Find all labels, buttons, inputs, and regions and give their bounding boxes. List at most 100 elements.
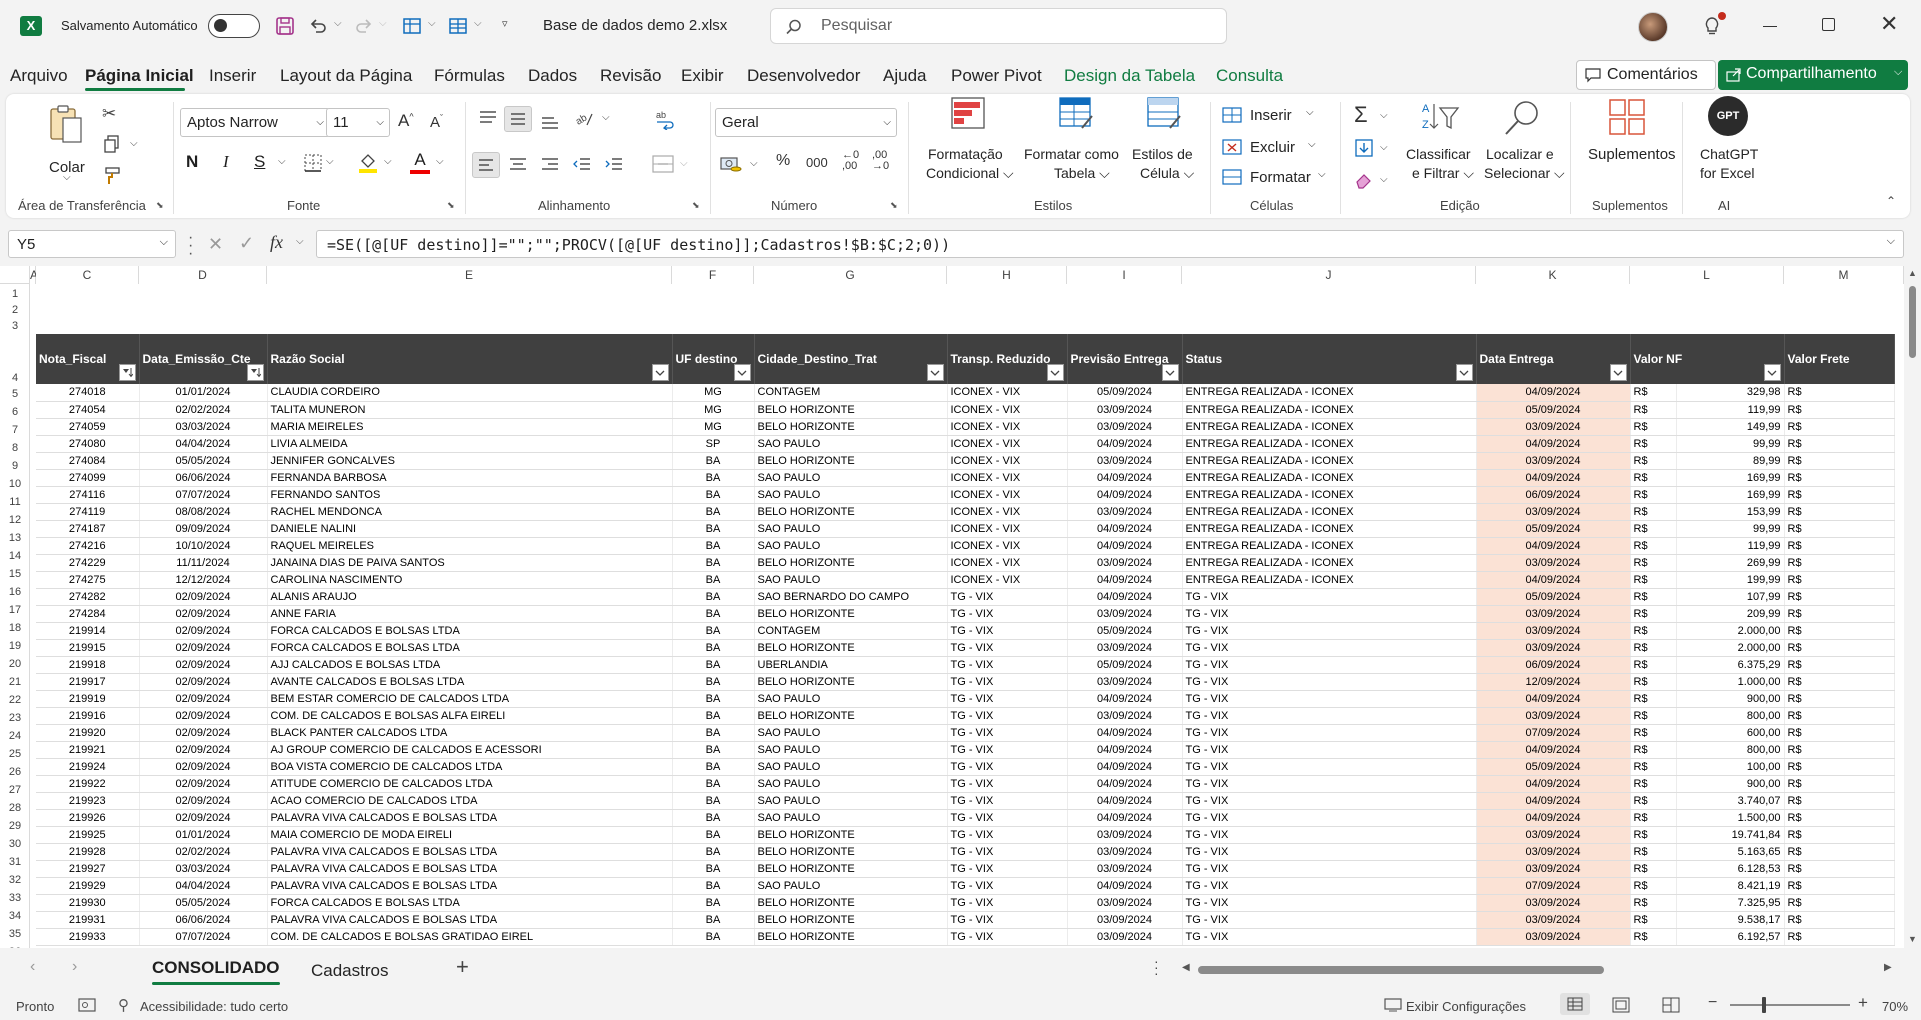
cell-entrega[interactable]: 04/09/2024 bbox=[1476, 537, 1631, 555]
cell-cidade[interactable]: SAO PAULO bbox=[754, 469, 948, 487]
header-previsao-entrega[interactable]: Previsão Entrega bbox=[1067, 334, 1183, 384]
cell-nf[interactable]: 219917 bbox=[36, 673, 140, 691]
cell-nf[interactable]: 219927 bbox=[36, 860, 140, 878]
scroll-up-icon[interactable]: ▲ bbox=[1908, 268, 1917, 278]
cell-entrega[interactable]: 03/09/2024 bbox=[1476, 605, 1631, 623]
cut-icon[interactable]: ✂ bbox=[102, 104, 116, 124]
header-nota-fiscal[interactable]: Nota_Fiscal bbox=[36, 334, 140, 384]
cell-moeda[interactable]: R$ bbox=[1630, 435, 1677, 453]
filter-dropdown-icon[interactable] bbox=[1609, 364, 1627, 381]
cell-cidade[interactable]: SAO PAULO bbox=[754, 877, 948, 895]
cell-emissao[interactable]: 02/09/2024 bbox=[139, 724, 268, 742]
number-launcher-icon[interactable]: ⬊ bbox=[890, 200, 898, 211]
cell-frete[interactable]: R$ bbox=[1784, 622, 1895, 640]
cell-razao[interactable]: PALAVRA VIVA CALCADOS E BOLSAS LTDA bbox=[267, 877, 673, 895]
save-icon[interactable] bbox=[273, 14, 297, 38]
cell-cidade[interactable]: BELO HORIZONTE bbox=[754, 401, 948, 419]
cell-frete[interactable]: R$ bbox=[1784, 792, 1895, 810]
menu-design-tabela[interactable]: Design da Tabela bbox=[1064, 66, 1195, 86]
cell-emissao[interactable]: 02/09/2024 bbox=[139, 690, 268, 708]
cell-moeda[interactable]: R$ bbox=[1630, 826, 1677, 844]
cell-nf[interactable]: 274116 bbox=[36, 486, 140, 504]
restore-icon[interactable] bbox=[1822, 18, 1835, 31]
cell-entrega[interactable]: 04/09/2024 bbox=[1476, 435, 1631, 453]
cell-transp[interactable]: TG - VIX bbox=[947, 588, 1068, 606]
cell-uf[interactable]: BA bbox=[672, 877, 755, 895]
cell-transp[interactable]: TG - VIX bbox=[947, 690, 1068, 708]
cell-razao[interactable]: MAIA COMERCIO DE MODA EIRELI bbox=[267, 826, 673, 844]
cell-uf[interactable]: BA bbox=[672, 554, 755, 572]
cell-previsao[interactable]: 03/09/2024 bbox=[1067, 911, 1183, 929]
autosum-icon[interactable]: Σ bbox=[1354, 102, 1368, 128]
cell-status[interactable]: ENTREGA REALIZADA - ICONEX bbox=[1182, 486, 1477, 504]
cell-razao[interactable]: MARIA MEIRELES bbox=[267, 418, 673, 436]
cell-uf[interactable]: BA bbox=[672, 503, 755, 521]
cell-entrega[interactable]: 05/09/2024 bbox=[1476, 520, 1631, 538]
cell-emissao[interactable]: 02/09/2024 bbox=[139, 656, 268, 674]
confirm-formula-icon[interactable]: ✓ bbox=[239, 233, 254, 254]
cell-transp[interactable]: ICONEX - VIX bbox=[947, 520, 1068, 538]
cell-emissao[interactable]: 02/09/2024 bbox=[139, 809, 268, 827]
cell-entrega[interactable]: 03/09/2024 bbox=[1476, 707, 1631, 725]
cell-uf[interactable]: BA bbox=[672, 894, 755, 912]
cell-nf[interactable]: 219930 bbox=[36, 894, 140, 912]
cell-status[interactable]: TG - VIX bbox=[1182, 724, 1477, 742]
menu-dados[interactable]: Dados bbox=[528, 66, 577, 86]
underline-icon[interactable]: S bbox=[254, 152, 265, 172]
cell-valor[interactable]: 6.128,53 bbox=[1676, 860, 1785, 878]
cell-transp[interactable]: TG - VIX bbox=[947, 656, 1068, 674]
cell-razao[interactable]: PALAVRA VIVA CALCADOS E BOLSAS LTDA bbox=[267, 911, 673, 929]
filter-dropdown-icon[interactable] bbox=[651, 364, 669, 381]
cell-entrega[interactable]: 04/09/2024 bbox=[1476, 469, 1631, 487]
cell-emissao[interactable]: 02/09/2024 bbox=[139, 588, 268, 606]
cell-transp[interactable]: TG - VIX bbox=[947, 707, 1068, 725]
cell-entrega[interactable]: 03/09/2024 bbox=[1476, 928, 1631, 946]
cell-nf[interactable]: 274080 bbox=[36, 435, 140, 453]
cell-uf[interactable]: BA bbox=[672, 537, 755, 555]
cell-transp[interactable]: TG - VIX bbox=[947, 826, 1068, 844]
insert-function-icon[interactable]: fx bbox=[270, 232, 283, 253]
cell-nf[interactable]: 219933 bbox=[36, 928, 140, 946]
cell-frete[interactable]: R$ bbox=[1784, 571, 1895, 589]
cell-emissao[interactable]: 05/05/2024 bbox=[139, 452, 268, 470]
header-valor-frete[interactable]: Valor Frete bbox=[1784, 334, 1895, 384]
cell-transp[interactable]: ICONEX - VIX bbox=[947, 571, 1068, 589]
cell-transp[interactable]: ICONEX - VIX bbox=[947, 452, 1068, 470]
cell-status[interactable]: ENTREGA REALIZADA - ICONEX bbox=[1182, 384, 1477, 402]
cell-previsao[interactable]: 03/09/2024 bbox=[1067, 554, 1183, 572]
cell-transp[interactable]: ICONEX - VIX bbox=[947, 384, 1068, 402]
header-valor-nf[interactable]: Valor NF bbox=[1630, 334, 1785, 384]
addins-button[interactable]: Suplementos bbox=[1578, 94, 1678, 194]
cell-nf[interactable]: 274099 bbox=[36, 469, 140, 487]
cell-moeda[interactable]: R$ bbox=[1630, 673, 1677, 691]
row-header[interactable]: 8 bbox=[0, 442, 30, 454]
fill-color-dropdown-icon[interactable]: ⌵ bbox=[384, 156, 392, 167]
file-name[interactable]: Base de dados demo 2.xlsx bbox=[543, 17, 727, 34]
cell-previsao[interactable]: 04/09/2024 bbox=[1067, 469, 1183, 487]
cell-status[interactable]: ENTREGA REALIZADA - ICONEX bbox=[1182, 469, 1477, 487]
cell-transp[interactable]: TG - VIX bbox=[947, 894, 1068, 912]
cell-status[interactable]: TG - VIX bbox=[1182, 860, 1477, 878]
cell-moeda[interactable]: R$ bbox=[1630, 894, 1677, 912]
cell-status[interactable]: ENTREGA REALIZADA - ICONEX bbox=[1182, 503, 1477, 521]
horizontal-scrollbar[interactable] bbox=[1198, 966, 1882, 974]
cell-nf[interactable]: 274018 bbox=[36, 384, 140, 402]
cell-transp[interactable]: TG - VIX bbox=[947, 758, 1068, 776]
cell-entrega[interactable]: 03/09/2024 bbox=[1476, 452, 1631, 470]
cell-emissao[interactable]: 02/09/2024 bbox=[139, 758, 268, 776]
cell-nf[interactable]: 219926 bbox=[36, 809, 140, 827]
cell-razao[interactable]: PALAVRA VIVA CALCADOS E BOLSAS LTDA bbox=[267, 809, 673, 827]
cell-transp[interactable]: TG - VIX bbox=[947, 724, 1068, 742]
row-header[interactable]: 14 bbox=[0, 550, 30, 562]
cell-emissao[interactable]: 02/09/2024 bbox=[139, 741, 268, 759]
cell-frete[interactable]: R$ bbox=[1784, 503, 1895, 521]
cell-entrega[interactable]: 04/09/2024 bbox=[1476, 792, 1631, 810]
cell-entrega[interactable]: 04/09/2024 bbox=[1476, 809, 1631, 827]
cell-uf[interactable]: MG bbox=[672, 384, 755, 402]
cell-cidade[interactable]: BELO HORIZONTE bbox=[754, 452, 948, 470]
cell-entrega[interactable]: 04/09/2024 bbox=[1476, 690, 1631, 708]
cell-razao[interactable]: FORCA CALCADOS E BOLSAS LTDA bbox=[267, 639, 673, 657]
cell-previsao[interactable]: 03/09/2024 bbox=[1067, 452, 1183, 470]
menu-layout[interactable]: Layout da Página bbox=[280, 66, 412, 86]
cell-previsao[interactable]: 04/09/2024 bbox=[1067, 775, 1183, 793]
